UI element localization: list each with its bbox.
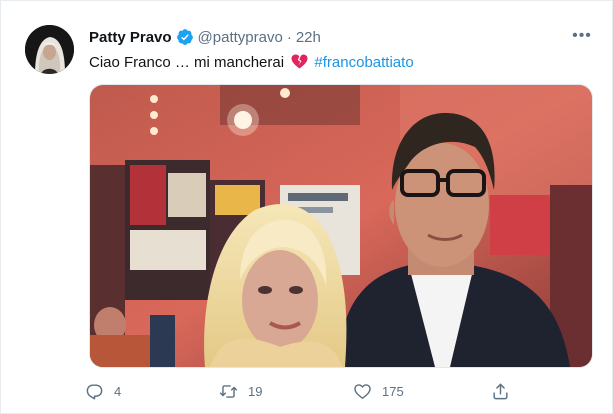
tweet-text-main: Ciao Franco … mi mancherai [89,54,285,71]
hashtag-link[interactable]: #francobattiato [314,54,413,71]
retweet-icon [219,384,238,398]
like-count: 175 [382,383,404,399]
tweet-actions: 4 19 175 [85,377,525,405]
reply-button[interactable]: 4 [85,377,121,405]
reply-icon [86,383,103,399]
tweet-timestamp[interactable]: 22h [296,29,321,46]
verified-badge-icon [176,28,194,46]
avatar[interactable] [25,25,74,74]
tweet-photo[interactable] [89,84,593,368]
retweet-button[interactable]: 19 [219,377,262,405]
more-icon: ••• [572,27,592,44]
broken-heart-icon [291,54,308,69]
share-button[interactable] [491,377,510,405]
tweet-header: Patty Pravo @pattypravo · 22h [89,27,321,47]
reply-count: 4 [114,383,122,399]
author-handle[interactable]: @pattypravo [198,29,283,46]
author-name[interactable]: Patty Pravo [89,29,172,46]
like-icon [354,383,371,399]
retweet-count: 19 [248,383,263,399]
tweet-card[interactable]: Patty Pravo @pattypravo · 22h ••• Ciao F… [0,0,613,414]
tweet-text: Ciao Franco … mi mancherai #francobattia… [89,53,414,73]
separator-dot: · [286,28,292,46]
share-icon [493,383,508,399]
avatar-image [25,25,74,74]
like-button[interactable]: 175 [353,377,404,405]
photo-image [90,85,592,367]
more-options-button[interactable]: ••• [569,25,595,47]
